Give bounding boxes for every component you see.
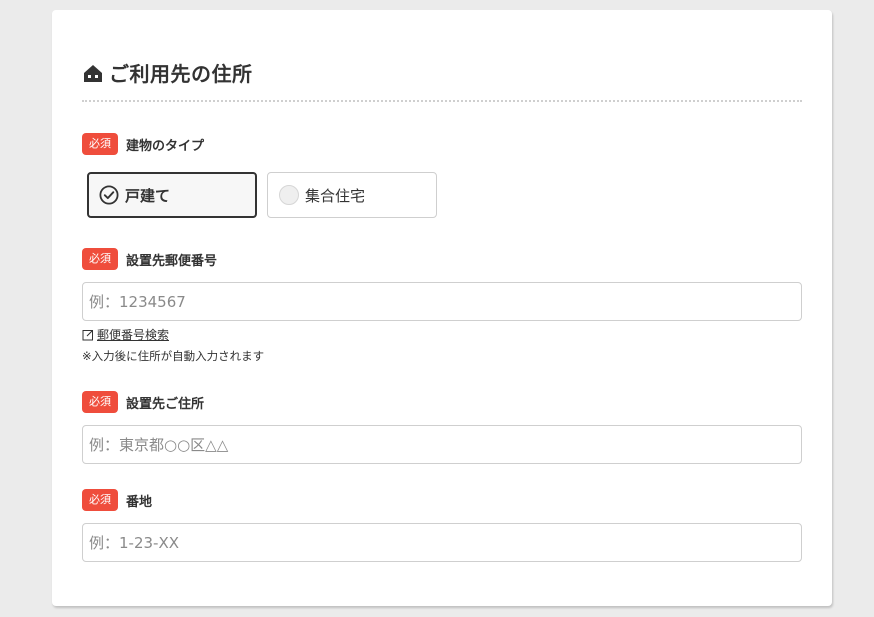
section-title: ご利用先の住所 bbox=[109, 62, 253, 86]
radio-detached-house-label: 戸建て bbox=[125, 186, 171, 205]
building-type-label-text: 建物のタイプ bbox=[126, 138, 205, 154]
building-type-radio-group: 戸建て 集合住宅 bbox=[87, 172, 447, 218]
required-badge: 必須 bbox=[82, 133, 118, 155]
postal-code-label: 必須 設置先郵便番号 bbox=[82, 248, 217, 270]
auto-fill-note: ※入力後に住所が自動入力されます bbox=[82, 349, 265, 363]
street-number-label-text: 番地 bbox=[126, 494, 153, 510]
building-type-label: 必須 建物のタイプ bbox=[82, 133, 204, 155]
required-badge: 必須 bbox=[82, 248, 118, 270]
radio-detached-house[interactable]: 戸建て bbox=[87, 172, 257, 218]
section-header: ご利用先の住所 bbox=[82, 58, 253, 87]
street-number-label: 必須 番地 bbox=[82, 489, 152, 511]
postal-code-input[interactable] bbox=[82, 282, 802, 321]
house-icon bbox=[82, 62, 104, 84]
postal-code-label-text: 設置先郵便番号 bbox=[126, 253, 218, 269]
address-form-card: ご利用先の住所 必須 建物のタイプ 戸建て 集合住宅 必須 設置先郵便番号 例：… bbox=[52, 10, 832, 606]
postal-code-search-link-text: 郵便番号検索 bbox=[97, 328, 170, 342]
radio-circle-icon bbox=[279, 185, 299, 205]
street-number-input[interactable] bbox=[82, 523, 802, 562]
radio-apartment[interactable]: 集合住宅 bbox=[267, 172, 437, 218]
postal-code-search-link[interactable]: 郵便番号検索 bbox=[82, 326, 169, 343]
external-link-icon bbox=[82, 329, 94, 341]
section-divider bbox=[82, 100, 802, 102]
radio-apartment-label: 集合住宅 bbox=[305, 186, 366, 205]
address-input[interactable] bbox=[82, 425, 802, 464]
required-badge: 必須 bbox=[82, 489, 118, 511]
address-label: 必須 設置先ご住所 bbox=[82, 391, 204, 413]
required-badge: 必須 bbox=[82, 391, 118, 413]
check-circle-icon bbox=[99, 185, 119, 205]
address-label-text: 設置先ご住所 bbox=[126, 396, 205, 412]
